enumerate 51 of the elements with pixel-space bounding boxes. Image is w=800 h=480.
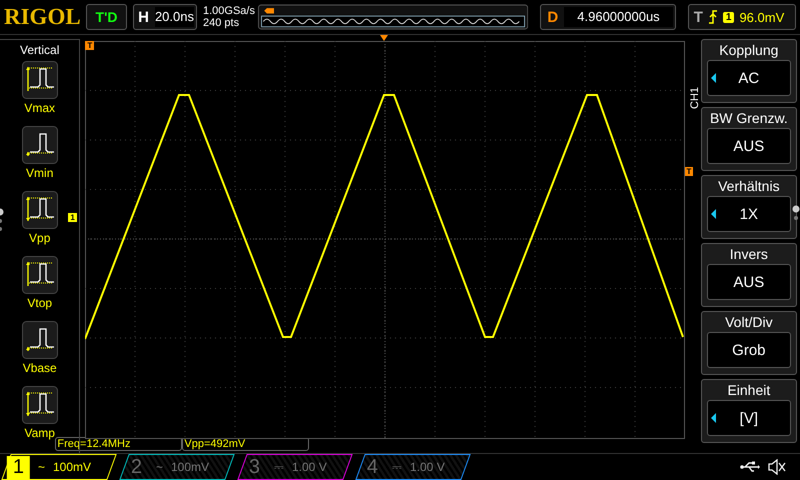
measurement-button[interactable] <box>22 191 58 229</box>
logo: RIGOL <box>4 4 80 30</box>
measurement-label: Vmin <box>26 166 54 180</box>
option-title: Kopplung <box>719 41 778 60</box>
option-value: [V] <box>706 400 791 436</box>
option-title: Einheit <box>727 381 770 400</box>
menu-option[interactable]: Kopplung AC <box>700 39 797 103</box>
channel-marker: 1 <box>68 213 77 222</box>
measurement-value: Vpp=492mV <box>182 437 310 451</box>
measurement-label: Vamp <box>24 426 55 440</box>
menu-option[interactable]: Invers AUS <box>700 243 797 307</box>
measurement-button[interactable] <box>22 126 58 164</box>
option-value: 1X <box>706 196 791 232</box>
channel-tab[interactable]: 3 ⎓ 1.00 V <box>237 454 353 480</box>
menu-option[interactable]: Verhältnis 1X <box>700 175 797 239</box>
measurement-button[interactable] <box>22 256 58 294</box>
measurement-button[interactable] <box>22 321 58 359</box>
delay-display[interactable]: D 4.96000000us <box>540 4 676 30</box>
memory-depth: 240 pts <box>202 17 240 29</box>
measurement-button[interactable] <box>22 386 58 424</box>
option-title: BW Grenzw. <box>710 109 788 128</box>
menu-option[interactable]: Volt/Div Grob <box>700 311 797 375</box>
run-status: T'D <box>86 4 128 30</box>
option-title: Volt/Div <box>725 313 773 332</box>
measurement-value: Freq=12.4MHz <box>55 437 182 451</box>
trigger-marker: T <box>85 41 94 50</box>
measurement-label: Vmax <box>24 101 56 115</box>
menu-option[interactable]: BW Grenzw. AUS <box>700 107 797 171</box>
channel-tab[interactable]: 2 ~ 100mV <box>119 454 235 480</box>
usb-icon <box>740 461 760 473</box>
panel-title: Vertical <box>20 42 60 59</box>
rising-edge-icon <box>708 10 718 24</box>
option-value: Grob <box>706 332 791 368</box>
speaker-muted-icon <box>768 459 786 475</box>
measurement-button[interactable] <box>22 61 58 99</box>
option-value: AUS <box>706 128 791 164</box>
sample-rate: 1.00GSa/s <box>202 5 256 17</box>
option-value: AUS <box>706 264 791 300</box>
horizontal-scale[interactable]: H 20.0ns <box>133 4 197 30</box>
measurement-label: Vpp <box>29 231 50 245</box>
measurement-label: Vbase <box>22 361 57 375</box>
option-title: Invers <box>730 245 768 264</box>
option-title: Verhältnis <box>718 177 780 196</box>
menu-option[interactable]: Einheit [V] <box>700 379 797 443</box>
channel-tab[interactable]: 1 ~ 100mV <box>1 454 117 480</box>
channel-label: CH1 <box>688 86 701 109</box>
option-value: AC <box>706 60 791 96</box>
page-dots-icon <box>792 205 800 223</box>
channel-tab[interactable]: 4 ⎓ 1.00 V <box>355 454 471 480</box>
trigger-display[interactable]: T 1 96.0mV <box>688 4 796 30</box>
measurement-label: Vtop <box>27 296 52 310</box>
